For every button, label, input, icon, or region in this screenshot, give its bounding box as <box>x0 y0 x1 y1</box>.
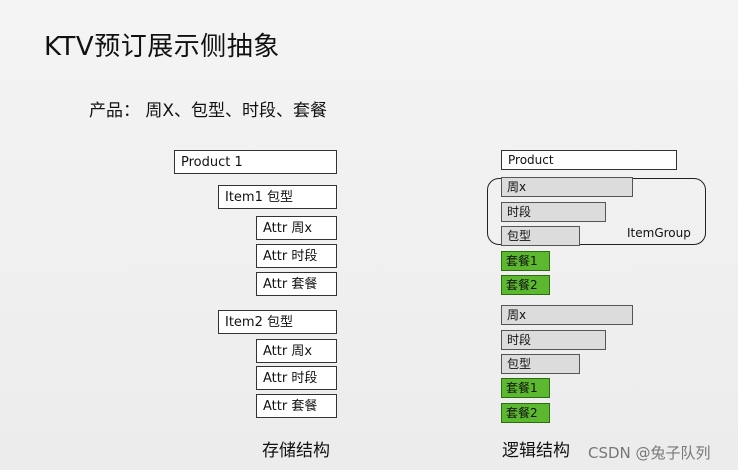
page-title: KTV预订展示侧抽象 <box>44 32 280 62</box>
item1-attr-time-box: Attr 时段 <box>256 244 337 268</box>
item2-attr-time-box: Attr 时段 <box>256 366 337 390</box>
products-line: 产品： 周X、包型、时段、套餐 <box>89 101 328 121</box>
item2-attr-week-box: Attr 周x <box>256 339 337 363</box>
group-item-package: 包型 <box>501 226 580 246</box>
item-group-label: ItemGroup <box>627 226 691 240</box>
item1-box: Item1 包型 <box>218 185 337 209</box>
item2-package: 包型 <box>501 354 580 374</box>
logical-caption: 逻辑结构 <box>502 441 570 461</box>
green-item-set1: 套餐1 <box>501 251 550 271</box>
item2-box: Item2 包型 <box>218 310 337 334</box>
green-item2-set1: 套餐1 <box>501 378 550 398</box>
item1-attr-week-box: Attr 周x <box>256 216 337 240</box>
item1-attr-package-box: Attr 套餐 <box>256 272 337 296</box>
logical-product-box: Product <box>501 150 677 170</box>
group-item-time: 时段 <box>501 202 606 222</box>
group-item-week: 周x <box>501 177 633 197</box>
item2-week: 周x <box>501 305 633 325</box>
green-item2-set2: 套餐2 <box>501 403 550 423</box>
watermark: CSDN @兔子队列 <box>588 444 711 462</box>
storage-caption: 存储结构 <box>262 441 330 461</box>
item2-time: 时段 <box>501 330 606 350</box>
green-item-set2: 套餐2 <box>501 275 550 295</box>
item2-attr-package-box: Attr 套餐 <box>256 394 337 418</box>
product-box: Product 1 <box>174 150 337 174</box>
